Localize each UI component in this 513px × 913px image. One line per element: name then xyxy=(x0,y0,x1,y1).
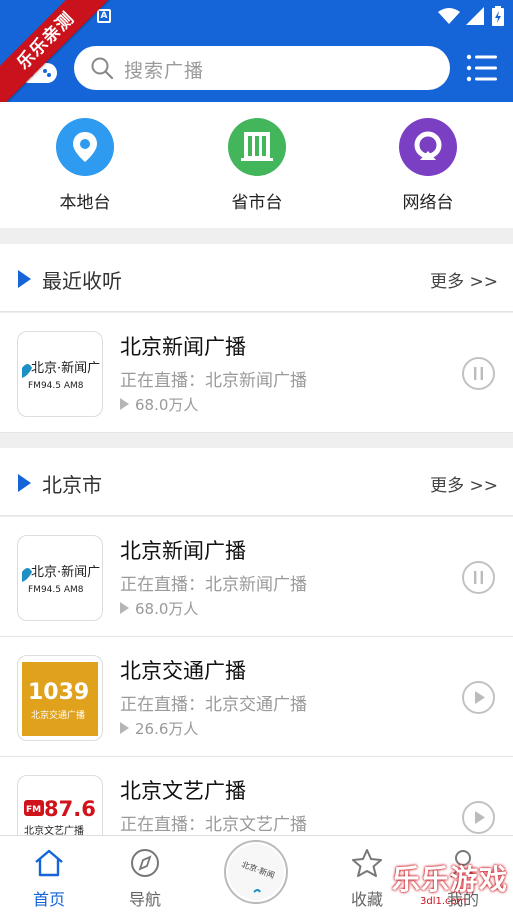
pause-button[interactable] xyxy=(462,561,495,594)
search-placeholder: 搜索广播 xyxy=(124,60,205,82)
play-small-icon xyxy=(120,602,129,614)
tab-label: 导航 xyxy=(128,890,161,909)
pause-button[interactable] xyxy=(462,357,495,390)
station-row[interactable]: 1039 北京交通广播 北京交通广播 正在直播：北京交通广播 26.6万人 xyxy=(0,637,513,757)
triangle-marker-icon xyxy=(18,270,31,288)
ribbon-label: 乐乐亲测 xyxy=(0,0,114,109)
category-label: 网络台 xyxy=(402,193,454,213)
building-icon xyxy=(228,118,286,176)
category-local[interactable]: 本地台 xyxy=(25,118,145,213)
category-network[interactable]: 网络台 xyxy=(368,118,488,213)
listener-count: 68.0万人 xyxy=(120,394,198,415)
station-name: 北京新闻广播 xyxy=(120,335,246,359)
station-row[interactable]: 北京·新闻广 FM94.5 AM8 北京新闻广播 正在直播：北京新闻广播 68.… xyxy=(0,517,513,637)
category-province[interactable]: 省市台 xyxy=(197,118,317,213)
battery-icon xyxy=(492,6,504,26)
station-row[interactable]: FM 87.6 北京文艺广播 北京文艺广播 正在直播：北京文艺广播 xyxy=(0,757,513,837)
station-logo: 北京·新闻广 FM94.5 AM8 xyxy=(17,535,103,621)
triangle-marker-icon xyxy=(18,474,31,492)
play-button[interactable] xyxy=(462,801,495,834)
svg-text:1039: 1039 xyxy=(28,680,89,705)
section-recent-header: 最近收听 更多 >> xyxy=(0,244,513,312)
svg-text:北京交通广播: 北京交通广播 xyxy=(31,709,85,721)
category-label: 本地台 xyxy=(59,193,111,213)
station-logo: 1039 北京交通广播 xyxy=(17,655,103,741)
tab-home[interactable]: 首页 xyxy=(14,848,84,910)
station-name: 北京文艺广播 xyxy=(120,779,246,803)
section-beijing-header: 北京市 更多 >> xyxy=(0,448,513,516)
listener-count: 26.6万人 xyxy=(120,718,198,739)
tab-label: 首页 xyxy=(32,890,65,909)
station-name: 北京新闻广播 xyxy=(120,539,246,563)
section-title: 北京市 xyxy=(42,473,102,497)
category-label: 省市台 xyxy=(231,193,283,213)
search-bar[interactable]: 搜索广播 xyxy=(74,46,450,90)
station-live: 正在直播：北京交通广播 xyxy=(120,695,307,715)
svg-text:FM94.5 AM8: FM94.5 AM8 xyxy=(28,381,84,391)
signal-icon xyxy=(466,7,484,25)
svg-text:FM: FM xyxy=(26,805,41,815)
play-button[interactable] xyxy=(462,681,495,714)
home-icon xyxy=(35,849,63,877)
station-live: 正在直播：北京新闻广播 xyxy=(120,371,307,391)
play-small-icon xyxy=(120,398,129,410)
compass-icon xyxy=(131,849,159,877)
play-icon xyxy=(475,691,485,704)
star-icon xyxy=(352,849,382,877)
station-live: 正在直播：北京新闻广播 xyxy=(120,575,307,595)
pause-icon xyxy=(474,367,483,380)
svg-text:87.6: 87.6 xyxy=(44,797,96,821)
now-playing-disc[interactable]: 北京·新闻 xyxy=(224,840,288,904)
more-link[interactable]: 更多 >> xyxy=(430,471,498,496)
station-logo: FM 87.6 北京文艺广播 xyxy=(17,775,103,836)
listener-count: 68.0万人 xyxy=(120,598,198,619)
location-pin-icon xyxy=(56,118,114,176)
station-name: 北京交通广播 xyxy=(120,659,246,683)
station-live: 正在直播：北京文艺广播 xyxy=(120,815,307,835)
watermark-logo: 乐乐游戏 xyxy=(392,863,509,896)
svg-text:北京·新闻广: 北京·新闻广 xyxy=(31,564,100,580)
play-small-icon xyxy=(120,722,129,734)
play-icon xyxy=(475,811,485,824)
more-link[interactable]: 更多 >> xyxy=(430,267,498,292)
tab-navigation[interactable]: 导航 xyxy=(110,848,180,910)
pause-icon xyxy=(474,571,483,584)
station-row[interactable]: 北京·新闻广 FM94.5 AM8 北京新闻广播 正在直播：北京新闻广播 68.… xyxy=(0,313,513,433)
svg-text:北京·新闻广: 北京·新闻广 xyxy=(31,360,100,376)
svg-text:FM94.5 AM8: FM94.5 AM8 xyxy=(28,585,84,595)
watermark-url: 3dl1.com xyxy=(420,896,467,907)
network-radio-icon xyxy=(399,118,457,176)
section-title: 最近收听 xyxy=(42,269,122,293)
category-bar: 本地台 省市台 网络台 xyxy=(0,102,513,228)
wifi-icon xyxy=(438,8,460,24)
station-logo: 北京·新闻广 FM94.5 AM8 xyxy=(17,331,103,417)
list-menu-icon[interactable] xyxy=(466,53,498,83)
